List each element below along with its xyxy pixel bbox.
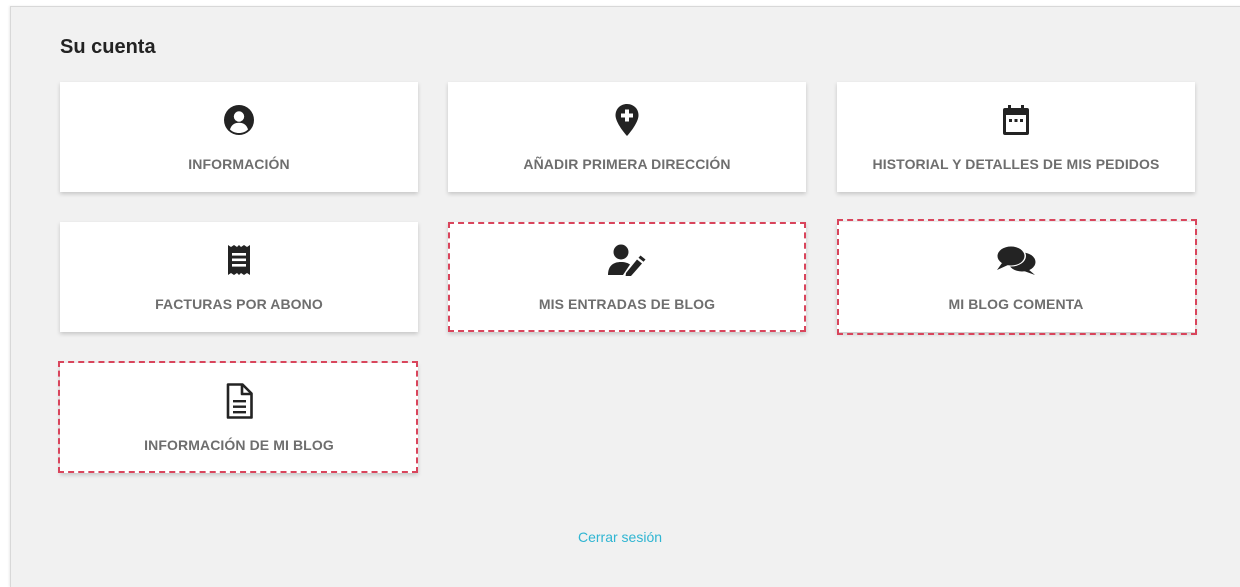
user-edit-icon <box>448 244 806 276</box>
logout-label: Cerrar sesión <box>577 529 663 545</box>
calendar-icon <box>837 104 1195 136</box>
receipt-icon <box>60 244 418 276</box>
card-label: MI BLOG COMENTA <box>948 296 1084 312</box>
page-title: Su cuenta <box>60 36 156 58</box>
my-blog-posts-card[interactable]: MIS ENTRADAS DE BLOG <box>448 222 806 332</box>
document-icon <box>60 383 418 419</box>
my-blog-info-card[interactable]: INFORMACIÓN DE MI BLOG <box>60 363 418 473</box>
card-label: HISTORIAL Y DETALLES DE MIS PEDIDOS <box>872 156 1160 172</box>
logout-link[interactable]: Cerrar sesión <box>0 529 1240 545</box>
add-location-pin-icon <box>448 104 806 136</box>
card-label: AÑADIR PRIMERA DIRECCIÓN <box>523 156 731 172</box>
card-label: MIS ENTRADAS DE BLOG <box>538 296 716 312</box>
order-history-card[interactable]: HISTORIAL Y DETALLES DE MIS PEDIDOS <box>837 82 1195 192</box>
my-blog-comments-card[interactable]: MI BLOG COMENTA <box>837 222 1195 332</box>
credit-slips-card[interactable]: FACTURAS POR ABONO <box>60 222 418 332</box>
information-card[interactable]: INFORMACIÓN <box>60 82 418 192</box>
card-label: FACTURAS POR ABONO <box>155 296 323 312</box>
add-first-address-card[interactable]: AÑADIR PRIMERA DIRECCIÓN <box>448 82 806 192</box>
card-label: INFORMACIÓN DE MI BLOG <box>144 437 334 453</box>
card-label: INFORMACIÓN <box>188 156 290 172</box>
comments-icon <box>837 244 1195 276</box>
user-circle-icon <box>60 104 418 136</box>
